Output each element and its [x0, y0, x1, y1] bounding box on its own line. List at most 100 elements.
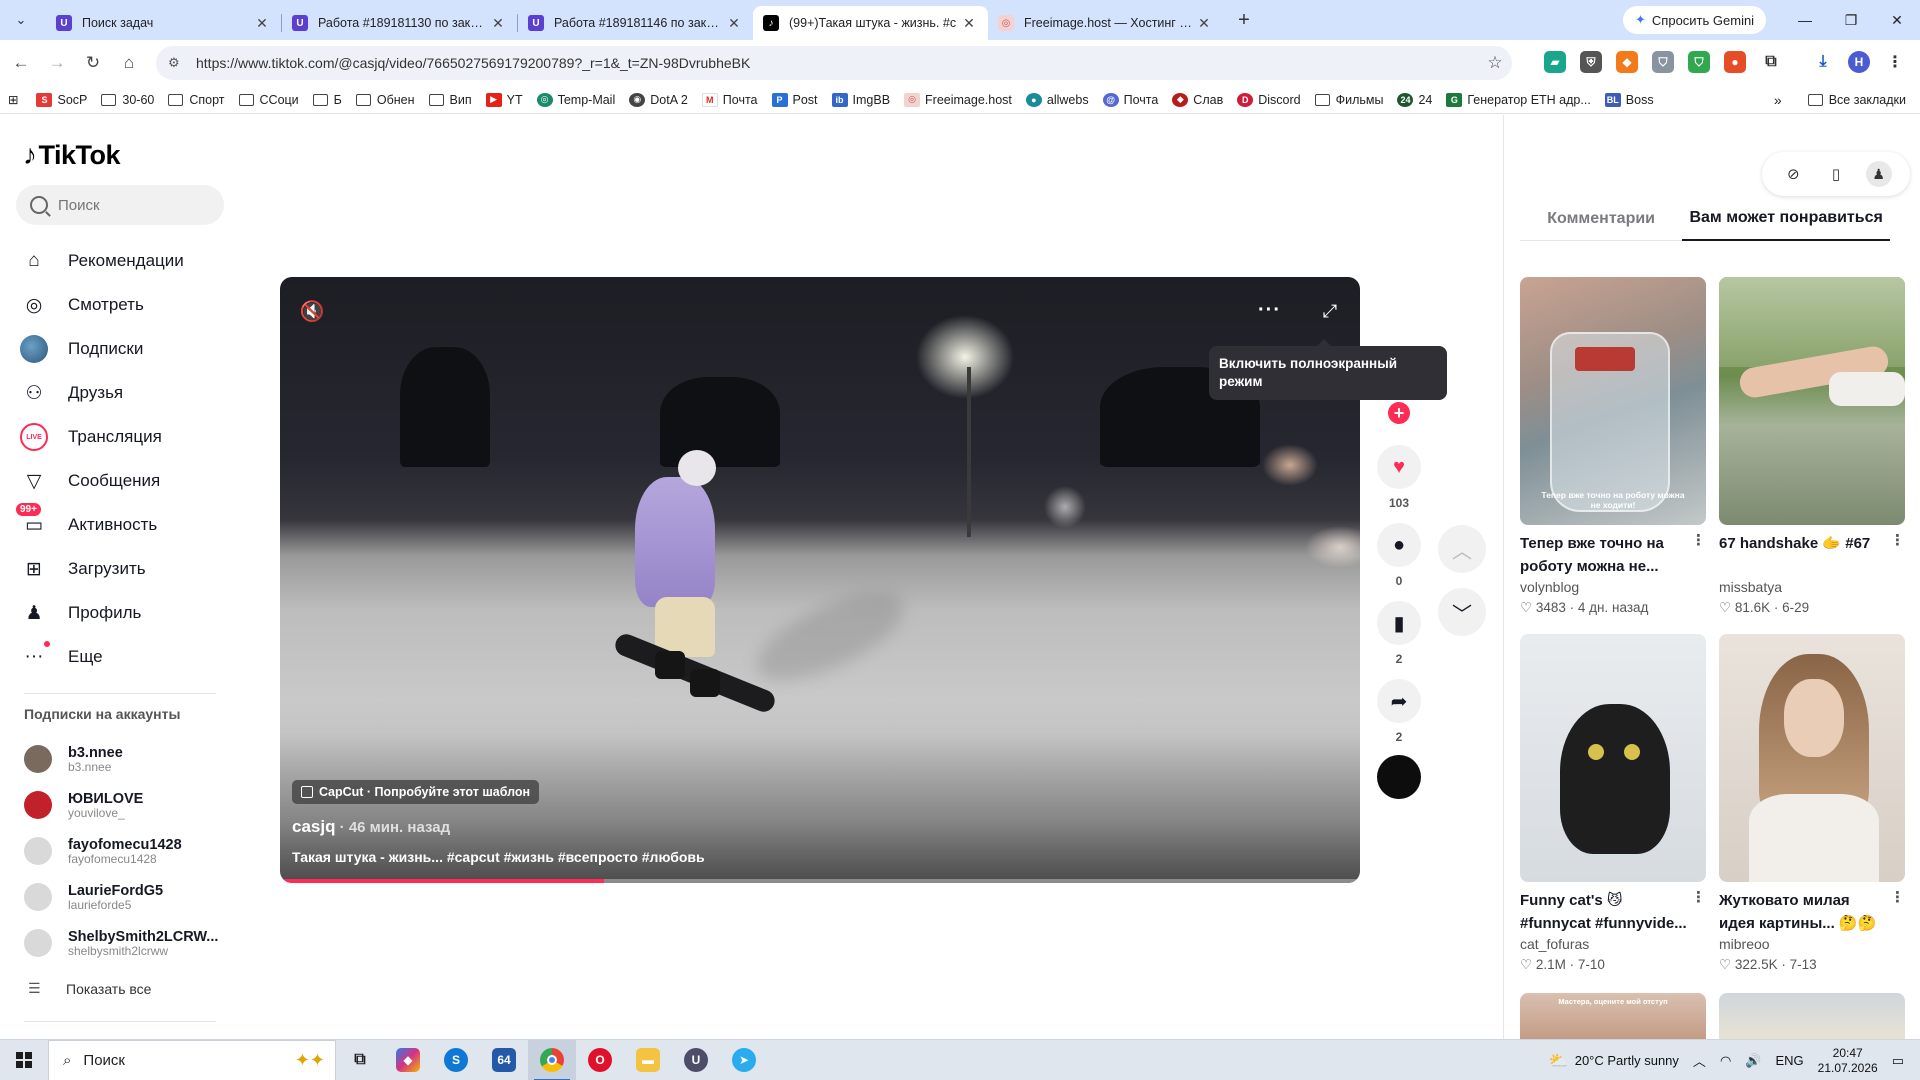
- volume-icon[interactable]: 🔊: [1745, 1053, 1761, 1069]
- bookmark-item[interactable]: ◎ Temp-Mail: [536, 92, 615, 107]
- fullscreen-icon[interactable]: ⤢: [1316, 297, 1344, 325]
- metamask-icon[interactable]: ◆: [1616, 51, 1638, 73]
- bookmark-item[interactable]: ▶ YT: [485, 92, 523, 107]
- card-author[interactable]: cat_fofuras: [1520, 935, 1706, 953]
- telegram-icon[interactable]: ➤: [720, 1040, 768, 1080]
- video-player[interactable]: 🔇 ··· ⤢ CapCut · Попробуйте этот шаблон …: [280, 277, 1360, 883]
- sidebar-item-more[interactable]: ··· Еще: [16, 635, 216, 679]
- subscription-item[interactable]: b3.nnee b3.nnee: [24, 736, 224, 782]
- comment-action[interactable]: ● 0: [1377, 523, 1421, 588]
- aida64-icon[interactable]: 64: [480, 1040, 528, 1080]
- extensions-puzzle-icon[interactable]: ⧉: [1760, 51, 1782, 73]
- sidebar-item-following[interactable]: Подписки: [16, 327, 216, 371]
- language-indicator[interactable]: ENG: [1775, 1053, 1803, 1068]
- window-close-icon[interactable]: ✕: [1874, 0, 1920, 40]
- close-icon[interactable]: ✕: [725, 15, 743, 32]
- card-author[interactable]: mibreoo: [1719, 935, 1905, 953]
- gemini-button[interactable]: ✦ Спросить Gemini: [1623, 6, 1767, 34]
- sidebar-item-explore[interactable]: ◎ Смотреть: [16, 283, 216, 327]
- clock[interactable]: 20:47 21.07.2026: [1818, 1046, 1878, 1076]
- opera-icon[interactable]: O: [576, 1040, 624, 1080]
- phone-icon[interactable]: ▯: [1823, 161, 1849, 187]
- subscription-item[interactable]: fayofomecu1428 fayofomecu1428: [24, 828, 224, 874]
- bookmark-item[interactable]: ◎ Freeimage.host: [904, 92, 1012, 107]
- profile-avatar[interactable]: Н: [1848, 51, 1870, 73]
- sidebar-item-upload[interactable]: ⊞ Загрузить: [16, 547, 216, 591]
- save-action[interactable]: ▮ 2: [1377, 601, 1421, 666]
- tab-comments[interactable]: Комментарии: [1520, 197, 1682, 241]
- wifi-icon[interactable]: ◠: [1720, 1053, 1731, 1069]
- heart-icon[interactable]: ♥: [1377, 445, 1421, 489]
- proton-vpn-icon[interactable]: U: [672, 1040, 720, 1080]
- browser-tab[interactable]: U Работа #189181130 по заказу ✕: [282, 6, 517, 40]
- search-box[interactable]: [16, 185, 224, 225]
- browser-tab[interactable]: U Работа #189181146 по заказу ✕: [518, 6, 753, 40]
- recommended-video-card-partial[interactable]: Мастера, оцените мой отступ: [1520, 993, 1706, 1039]
- more-options-icon[interactable]: ⋮: [1890, 531, 1905, 549]
- subscription-item[interactable]: LaurieFordG5 laurieforde5: [24, 874, 224, 920]
- more-options-icon[interactable]: ⋮: [1691, 531, 1706, 549]
- bookmark-item[interactable]: S SocP: [36, 92, 87, 107]
- adblock-shield-icon[interactable]: ⛉: [1688, 51, 1710, 73]
- download-icon[interactable]: ⤓: [1812, 51, 1834, 73]
- browser-tab[interactable]: U Поиск задач ✕: [46, 6, 281, 40]
- sidebar-item-friends[interactable]: ⚇ Друзья: [16, 371, 216, 415]
- kebab-menu-icon[interactable]: ⋮: [1884, 51, 1906, 73]
- extension-icon[interactable]: ⛨: [1580, 51, 1602, 73]
- close-icon[interactable]: ✕: [253, 15, 271, 32]
- bookmark-folder[interactable]: Вип: [428, 93, 472, 107]
- recommended-video-card-partial[interactable]: [1719, 993, 1905, 1039]
- video-thumbnail[interactable]: [1719, 277, 1905, 525]
- sidebar-item-messages[interactable]: ▽ Сообщения: [16, 459, 216, 503]
- bookmark-star-icon[interactable]: ☆: [1478, 53, 1512, 73]
- file-explorer-icon[interactable]: ▬: [624, 1040, 672, 1080]
- sidebar-item-live[interactable]: LIVE Трансляция: [16, 415, 216, 459]
- bookmark-item[interactable]: ib ImgBB: [831, 92, 890, 107]
- sidebar-item-recommended[interactable]: ⌂ Рекомендации: [16, 239, 216, 283]
- subscription-item[interactable]: ShelbySmith2LCRW... shelbysmith2lcrww: [24, 920, 224, 966]
- back-arrow-icon[interactable]: ←: [6, 48, 36, 78]
- bookmark-item[interactable]: ◉ DotA 2: [629, 92, 688, 107]
- video-thumbnail[interactable]: Тепер вже точно на роботу можна не ходит…: [1520, 277, 1706, 525]
- video-author[interactable]: casjq · 46 мин. назад: [292, 817, 450, 837]
- browser-tab-active[interactable]: ♪ (99+)Такая штука - жизнь. #c ✕: [753, 6, 988, 40]
- bookmark-folder[interactable]: Спорт: [168, 93, 225, 107]
- card-author[interactable]: missbatya: [1719, 578, 1905, 596]
- taskbar-search[interactable]: ⌕ Поиск ✦✦: [48, 1039, 336, 1080]
- forward-arrow-icon[interactable]: →: [42, 48, 72, 78]
- windows-start-icon[interactable]: [0, 1040, 48, 1080]
- muted-speaker-icon[interactable]: 🔇: [298, 297, 326, 325]
- weather-widget[interactable]: ⛅ 20°C Partly sunny: [1549, 1051, 1679, 1071]
- tray-chevron-up-icon[interactable]: ︿: [1693, 1051, 1706, 1070]
- recommended-video-card[interactable]: ⋮ 67 handshake 🫱 #67 missbatya ♡ 81.6K ·…: [1719, 277, 1905, 618]
- double-chevron-icon[interactable]: »: [1774, 92, 1782, 108]
- restore-icon[interactable]: ❐: [1828, 0, 1874, 40]
- more-options-icon[interactable]: ···: [1258, 299, 1281, 322]
- bookmark-folder[interactable]: 30-60: [101, 93, 154, 107]
- card-author[interactable]: volynblog: [1520, 578, 1706, 596]
- bookmark-item[interactable]: ● allwebs: [1025, 92, 1089, 107]
- shield-icon[interactable]: ⛉: [1652, 51, 1674, 73]
- like-action[interactable]: ♥ 103: [1377, 445, 1421, 510]
- bookmark-item[interactable]: M Почта: [701, 92, 758, 107]
- notifications-icon[interactable]: ▭: [1892, 1053, 1904, 1069]
- capcut-template-link[interactable]: CapCut · Попробуйте этот шаблон: [292, 780, 540, 804]
- recommended-video-card[interactable]: Тепер вже точно на роботу можна не ходит…: [1520, 277, 1706, 618]
- bookmark-folder[interactable]: ССоци: [238, 93, 299, 107]
- close-icon[interactable]: ✕: [960, 15, 978, 32]
- bookmark-icon[interactable]: ▮: [1377, 601, 1421, 645]
- copilot-icon[interactable]: ◆: [384, 1040, 432, 1080]
- extension-icon[interactable]: ●: [1724, 51, 1746, 73]
- bookmark-folder[interactable]: Фильмы: [1314, 93, 1383, 107]
- tab-search-chevron-icon[interactable]: ⌄: [6, 5, 36, 35]
- url-text[interactable]: https://www.tiktok.com/@casjq/video/7665…: [196, 55, 1478, 71]
- bookmark-item[interactable]: G Генератор ETH адр...: [1446, 92, 1591, 107]
- sidebar-item-activity[interactable]: ▭ 99+ Активность: [16, 503, 216, 547]
- subscription-item[interactable]: ЮВИLOVE youvilove_: [24, 782, 224, 828]
- compass-icon[interactable]: ⊘: [1780, 161, 1806, 187]
- more-options-icon[interactable]: ⋮: [1691, 888, 1706, 906]
- browser-tab[interactable]: ◎ Freeimage.host — Хостинг изо ✕: [988, 6, 1223, 40]
- previous-video-chevron-up-icon[interactable]: ︿: [1438, 525, 1486, 573]
- tab-you-may-like[interactable]: Вам может понравиться: [1682, 197, 1890, 241]
- recommended-video-card[interactable]: ⋮ Funny cat's 😼 #funnycat #funnyvide... …: [1520, 634, 1706, 975]
